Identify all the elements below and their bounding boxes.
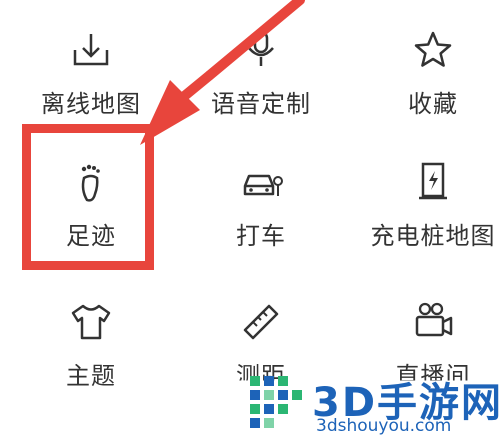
taxi-icon [243, 174, 283, 196]
voice-custom-item[interactable]: 语音定制 [178, 28, 344, 168]
favorites-label: 收藏 [408, 90, 458, 118]
favorites-item[interactable]: 收藏 [350, 28, 500, 168]
offline-map-label: 离线地图 [41, 90, 141, 118]
watermark-subtitle: 3dshouyou.com [316, 416, 452, 436]
microphone-icon [248, 30, 274, 66]
charging-map-label: 充电桩地图 [370, 222, 496, 250]
watermark: 3D手游网 3dshouyou.com [240, 370, 500, 439]
theme-label: 主题 [66, 362, 116, 390]
taxi-label: 打车 [236, 222, 286, 250]
charging-station-icon [419, 162, 447, 200]
taxi-item[interactable]: 打车 [178, 160, 344, 300]
watermark-logo-icon [250, 376, 302, 428]
star-icon [414, 31, 452, 67]
charging-map-item[interactable]: 充电桩地图 [350, 160, 500, 300]
offline-map-icon [73, 34, 109, 66]
highlight-box [22, 124, 154, 270]
tshirt-icon [71, 304, 111, 340]
ruler-icon [243, 304, 279, 340]
theme-item[interactable]: 主题 [8, 300, 174, 440]
video-camera-icon [415, 302, 453, 337]
voice-custom-label: 语音定制 [211, 90, 311, 118]
